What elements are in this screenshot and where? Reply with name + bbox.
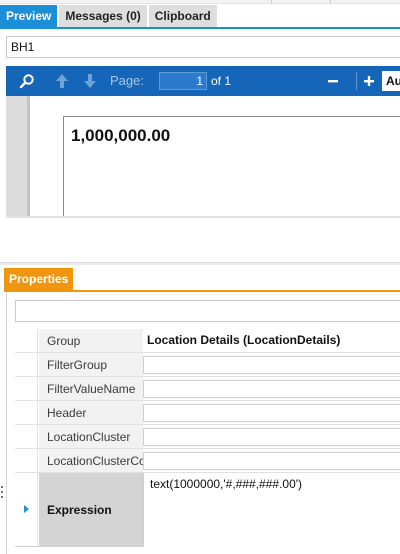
property-name: LocationClusterCo (39, 449, 143, 472)
property-value-filtergroup[interactable] (143, 356, 400, 374)
property-grid: Group Location Details (LocationDetails)… (15, 329, 400, 547)
zoom-out-icon[interactable] (324, 66, 342, 96)
tab-clipboard[interactable]: Clipboard (148, 5, 217, 27)
tab-preview[interactable]: Preview (0, 5, 58, 27)
zoom-in-icon[interactable] (360, 66, 378, 96)
tab-messages[interactable]: Messages (0) (59, 5, 147, 27)
arrow-up-icon[interactable] (52, 66, 72, 96)
canvas-margin (6, 96, 27, 216)
preview-pane: BH1 Page: 1 of 1 Au 1,000,000.00 (6, 34, 400, 260)
zoom-mode-button[interactable]: Au (382, 71, 400, 91)
row-gutter (15, 425, 38, 448)
canvas-margin-shadow (27, 96, 30, 216)
viewer-toolbar: Page: 1 of 1 Au (6, 66, 400, 96)
report-rendered-value: 1,000,000.00 (71, 126, 171, 145)
page-number-input[interactable]: 1 (159, 72, 207, 90)
row-gutter (15, 473, 38, 546)
row-gutter (15, 377, 38, 400)
property-name: Header (39, 401, 143, 424)
canvas-bottom-edge (6, 216, 400, 218)
report-page: 1,000,000.00 (63, 116, 400, 216)
property-value-locationcluster[interactable] (143, 428, 400, 446)
property-row-expression[interactable]: Expression text(1000000,'#,###,###.00') (15, 473, 400, 547)
page-label: Page: (110, 73, 144, 88)
property-row-header[interactable]: Header (15, 401, 400, 425)
property-row-locationclusterco[interactable]: LocationClusterCo (15, 449, 400, 473)
report-name-field[interactable]: BH1 (6, 36, 400, 58)
toolbar-separator (356, 72, 357, 90)
search-icon[interactable] (16, 66, 38, 96)
property-name: FilterValueName (39, 377, 143, 400)
property-search-input[interactable] (15, 300, 400, 322)
row-gutter (15, 401, 38, 424)
tab-underline (0, 27, 400, 29)
property-value-filtervaluename[interactable] (143, 380, 400, 398)
property-value-locationclusterco[interactable] (143, 452, 400, 470)
property-name-expression: Expression (39, 473, 143, 546)
property-value-header[interactable] (143, 404, 400, 422)
pane-splitter[interactable] (0, 262, 400, 265)
property-row-locationcluster[interactable]: LocationCluster (15, 425, 400, 449)
row-gutter (15, 329, 38, 352)
property-row-filtervaluename[interactable]: FilterValueName (15, 377, 400, 401)
splitter-grip-icon[interactable] (0, 486, 4, 500)
selected-row-caret-icon (24, 505, 29, 513)
property-value-expression[interactable]: text(1000000,'#,###,###.00') (143, 473, 400, 547)
properties-panel: Group Location Details (LocationDetails)… (6, 292, 400, 554)
property-name: Group (39, 329, 143, 352)
property-row-filtergroup[interactable]: FilterGroup (15, 353, 400, 377)
tab-properties[interactable]: Properties (4, 268, 74, 290)
tab-bar: Preview Messages (0) Clipboard (0, 5, 219, 27)
property-value-group[interactable]: Location Details (LocationDetails) (143, 329, 400, 352)
property-row-group[interactable]: Group Location Details (LocationDetails) (15, 329, 400, 353)
page-count-label: of 1 (211, 74, 232, 88)
top-strip (0, 0, 400, 4)
arrow-down-icon[interactable] (80, 66, 100, 96)
row-gutter (15, 353, 38, 376)
property-name: FilterGroup (39, 353, 143, 376)
report-canvas: 1,000,000.00 (6, 96, 400, 248)
row-gutter (15, 449, 38, 472)
property-name: LocationCluster (39, 425, 143, 448)
app-root: Preview Messages (0) Clipboard BH1 Page:… (0, 0, 400, 554)
